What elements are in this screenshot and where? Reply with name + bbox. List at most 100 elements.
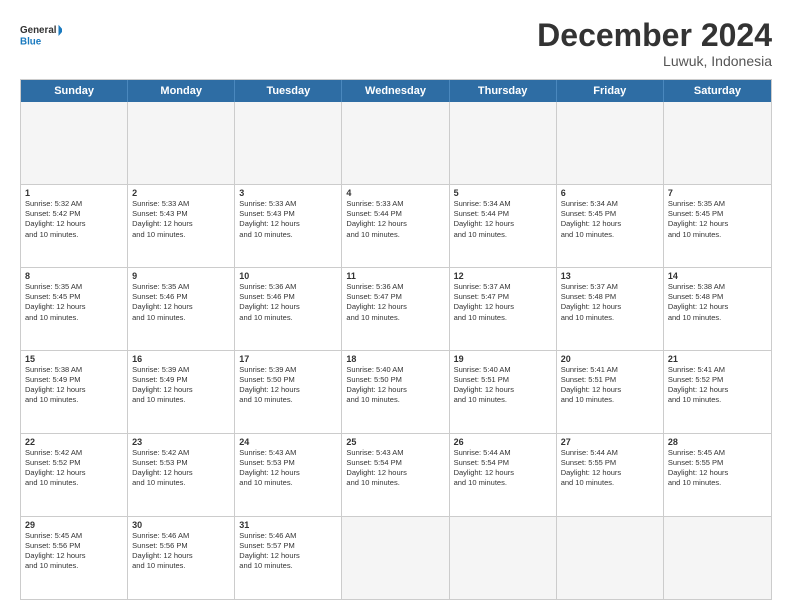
sunset-text: Sunset: 5:52 PM (25, 458, 123, 468)
header-day-tuesday: Tuesday (235, 80, 342, 102)
sunset-text: Sunset: 5:46 PM (132, 292, 230, 302)
daylight-text: Daylight: 12 hours (132, 302, 230, 312)
cal-cell-empty (450, 102, 557, 184)
daylight-text2: and 10 minutes. (561, 478, 659, 488)
cal-cell-25: 25 Sunrise: 5:43 AM Sunset: 5:54 PM Dayl… (342, 434, 449, 516)
sunrise-text: Sunrise: 5:46 AM (239, 531, 337, 541)
calendar: SundayMondayTuesdayWednesdayThursdayFrid… (20, 79, 772, 600)
sunset-text: Sunset: 5:50 PM (346, 375, 444, 385)
daylight-text2: and 10 minutes. (25, 230, 123, 240)
daylight-text: Daylight: 12 hours (132, 551, 230, 561)
day-number: 7 (668, 188, 767, 198)
title-block: December 2024 Luwuk, Indonesia (537, 18, 772, 69)
day-number: 26 (454, 437, 552, 447)
day-number: 15 (25, 354, 123, 364)
day-number: 3 (239, 188, 337, 198)
daylight-text2: and 10 minutes. (239, 395, 337, 405)
day-number: 29 (25, 520, 123, 530)
sunset-text: Sunset: 5:52 PM (668, 375, 767, 385)
cal-cell-4: 4 Sunrise: 5:33 AM Sunset: 5:44 PM Dayli… (342, 185, 449, 267)
cal-cell-22: 22 Sunrise: 5:42 AM Sunset: 5:52 PM Dayl… (21, 434, 128, 516)
day-number: 6 (561, 188, 659, 198)
daylight-text: Daylight: 12 hours (346, 302, 444, 312)
daylight-text2: and 10 minutes. (668, 395, 767, 405)
cal-cell-empty (557, 517, 664, 599)
cal-row-1: 1 Sunrise: 5:32 AM Sunset: 5:42 PM Dayli… (21, 184, 771, 267)
day-number: 28 (668, 437, 767, 447)
daylight-text: Daylight: 12 hours (561, 219, 659, 229)
sunrise-text: Sunrise: 5:44 AM (561, 448, 659, 458)
cal-cell-24: 24 Sunrise: 5:43 AM Sunset: 5:53 PM Dayl… (235, 434, 342, 516)
sunrise-text: Sunrise: 5:33 AM (132, 199, 230, 209)
logo-svg: General Blue (20, 18, 62, 54)
day-number: 8 (25, 271, 123, 281)
sunrise-text: Sunrise: 5:43 AM (346, 448, 444, 458)
sunrise-text: Sunrise: 5:39 AM (132, 365, 230, 375)
cal-cell-12: 12 Sunrise: 5:37 AM Sunset: 5:47 PM Dayl… (450, 268, 557, 350)
cal-cell-empty (450, 517, 557, 599)
header-day-saturday: Saturday (664, 80, 771, 102)
day-number: 16 (132, 354, 230, 364)
daylight-text2: and 10 minutes. (668, 478, 767, 488)
sunset-text: Sunset: 5:49 PM (132, 375, 230, 385)
sunset-text: Sunset: 5:48 PM (561, 292, 659, 302)
day-number: 18 (346, 354, 444, 364)
daylight-text2: and 10 minutes. (454, 395, 552, 405)
sunset-text: Sunset: 5:50 PM (239, 375, 337, 385)
sunrise-text: Sunrise: 5:33 AM (346, 199, 444, 209)
cal-cell-8: 8 Sunrise: 5:35 AM Sunset: 5:45 PM Dayli… (21, 268, 128, 350)
cal-cell-18: 18 Sunrise: 5:40 AM Sunset: 5:50 PM Dayl… (342, 351, 449, 433)
sunrise-text: Sunrise: 5:40 AM (454, 365, 552, 375)
sunrise-text: Sunrise: 5:32 AM (25, 199, 123, 209)
day-number: 24 (239, 437, 337, 447)
daylight-text2: and 10 minutes. (132, 395, 230, 405)
daylight-text2: and 10 minutes. (132, 561, 230, 571)
daylight-text: Daylight: 12 hours (239, 219, 337, 229)
sunset-text: Sunset: 5:56 PM (132, 541, 230, 551)
day-number: 19 (454, 354, 552, 364)
daylight-text2: and 10 minutes. (561, 230, 659, 240)
sunset-text: Sunset: 5:45 PM (25, 292, 123, 302)
sunrise-text: Sunrise: 5:46 AM (132, 531, 230, 541)
sunset-text: Sunset: 5:44 PM (346, 209, 444, 219)
daylight-text2: and 10 minutes. (132, 313, 230, 323)
cal-cell-3: 3 Sunrise: 5:33 AM Sunset: 5:43 PM Dayli… (235, 185, 342, 267)
day-number: 12 (454, 271, 552, 281)
sunset-text: Sunset: 5:54 PM (454, 458, 552, 468)
month-title: December 2024 (537, 18, 772, 53)
sunset-text: Sunset: 5:51 PM (454, 375, 552, 385)
sunrise-text: Sunrise: 5:45 AM (668, 448, 767, 458)
cal-cell-1: 1 Sunrise: 5:32 AM Sunset: 5:42 PM Dayli… (21, 185, 128, 267)
sunrise-text: Sunrise: 5:35 AM (132, 282, 230, 292)
cal-cell-empty (342, 102, 449, 184)
daylight-text2: and 10 minutes. (668, 313, 767, 323)
day-number: 13 (561, 271, 659, 281)
day-number: 1 (25, 188, 123, 198)
sunset-text: Sunset: 5:44 PM (454, 209, 552, 219)
cal-cell-23: 23 Sunrise: 5:42 AM Sunset: 5:53 PM Dayl… (128, 434, 235, 516)
sunrise-text: Sunrise: 5:33 AM (239, 199, 337, 209)
sunset-text: Sunset: 5:43 PM (239, 209, 337, 219)
daylight-text: Daylight: 12 hours (346, 468, 444, 478)
daylight-text2: and 10 minutes. (132, 230, 230, 240)
daylight-text2: and 10 minutes. (668, 230, 767, 240)
daylight-text: Daylight: 12 hours (668, 385, 767, 395)
sunrise-text: Sunrise: 5:34 AM (561, 199, 659, 209)
daylight-text: Daylight: 12 hours (561, 385, 659, 395)
cal-cell-17: 17 Sunrise: 5:39 AM Sunset: 5:50 PM Dayl… (235, 351, 342, 433)
cal-cell-empty (21, 102, 128, 184)
daylight-text: Daylight: 12 hours (346, 219, 444, 229)
daylight-text: Daylight: 12 hours (25, 551, 123, 561)
cal-cell-empty (664, 517, 771, 599)
day-number: 23 (132, 437, 230, 447)
cal-cell-29: 29 Sunrise: 5:45 AM Sunset: 5:56 PM Dayl… (21, 517, 128, 599)
daylight-text: Daylight: 12 hours (239, 468, 337, 478)
daylight-text2: and 10 minutes. (25, 313, 123, 323)
sunrise-text: Sunrise: 5:38 AM (25, 365, 123, 375)
daylight-text: Daylight: 12 hours (346, 385, 444, 395)
day-number: 22 (25, 437, 123, 447)
cal-cell-31: 31 Sunrise: 5:46 AM Sunset: 5:57 PM Dayl… (235, 517, 342, 599)
daylight-text: Daylight: 12 hours (561, 302, 659, 312)
cal-cell-10: 10 Sunrise: 5:36 AM Sunset: 5:46 PM Dayl… (235, 268, 342, 350)
cal-cell-11: 11 Sunrise: 5:36 AM Sunset: 5:47 PM Dayl… (342, 268, 449, 350)
